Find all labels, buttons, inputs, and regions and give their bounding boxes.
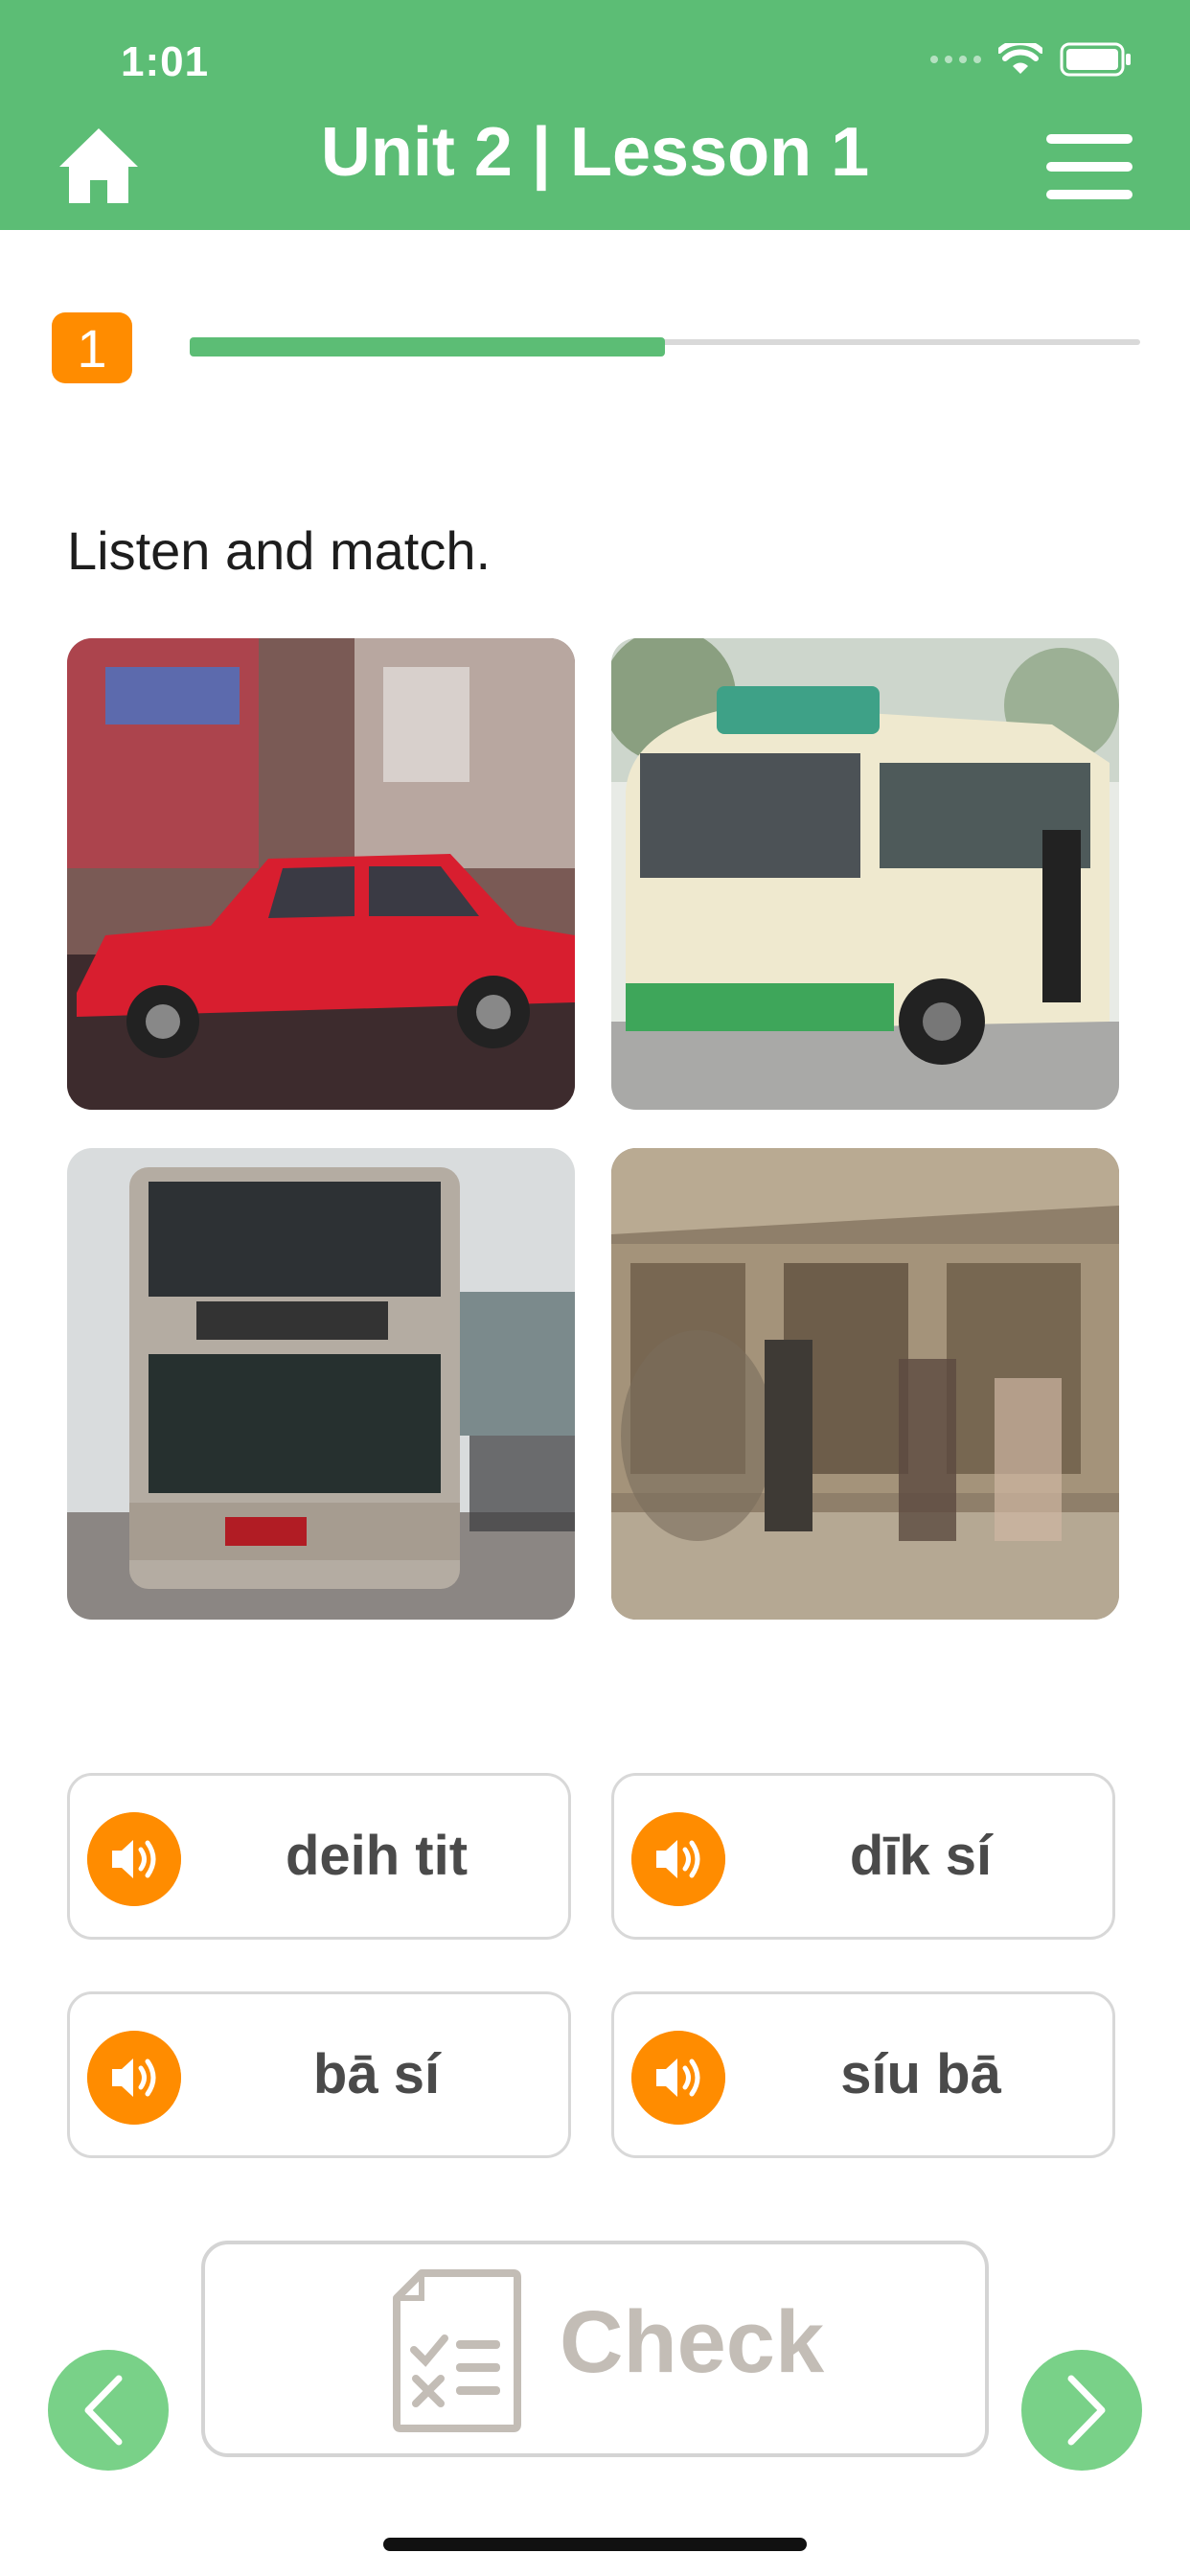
wifi-icon: [998, 43, 1042, 74]
battery-icon: [1060, 42, 1131, 77]
photo-double-decker-bus[interactable]: [67, 1148, 575, 1620]
option-label: síu bā: [840, 2043, 1001, 2105]
next-button[interactable]: [1021, 2350, 1142, 2471]
option-siu-ba[interactable]: síu bā: [611, 1991, 1115, 2158]
home-indicator: [383, 2538, 807, 2551]
chevron-left-icon: [84, 2375, 123, 2446]
page-title: Unit 2 | Lesson 1: [320, 114, 870, 191]
photo-train-platform[interactable]: [611, 1148, 1119, 1620]
option-label: dīk sí: [849, 1825, 993, 1887]
progress-fill: [190, 337, 665, 356]
option-deih-tit[interactable]: deih tit: [67, 1773, 571, 1940]
menu-icon[interactable]: [1046, 132, 1133, 201]
status-icons: [930, 42, 1133, 77]
step-badge: 1: [52, 312, 132, 383]
chevron-right-icon: [1067, 2375, 1106, 2446]
instruction-text: Listen and match.: [67, 520, 492, 581]
previous-button[interactable]: [48, 2350, 169, 2471]
status-time: 1:01: [121, 38, 210, 85]
signal-icon: [930, 56, 981, 63]
speaker-icon[interactable]: [631, 2031, 725, 2125]
photo-taxi[interactable]: [67, 638, 575, 1110]
speaker-icon[interactable]: [87, 1812, 181, 1906]
check-label: Check: [560, 2293, 825, 2391]
speaker-icon[interactable]: [631, 1812, 725, 1906]
option-label: bā sí: [312, 2043, 441, 2105]
speaker-icon[interactable]: [87, 2031, 181, 2125]
option-ba-si[interactable]: bā sí: [67, 1991, 571, 2158]
app-header: 1:01 Unit 2 | Lesson 1: [0, 0, 1190, 230]
photo-minibus[interactable]: [611, 638, 1119, 1110]
option-label: deih tit: [285, 1825, 469, 1887]
checklist-icon: [393, 2269, 521, 2432]
option-dik-si[interactable]: dīk sí: [611, 1773, 1115, 1940]
check-button[interactable]: Check: [201, 2241, 989, 2457]
